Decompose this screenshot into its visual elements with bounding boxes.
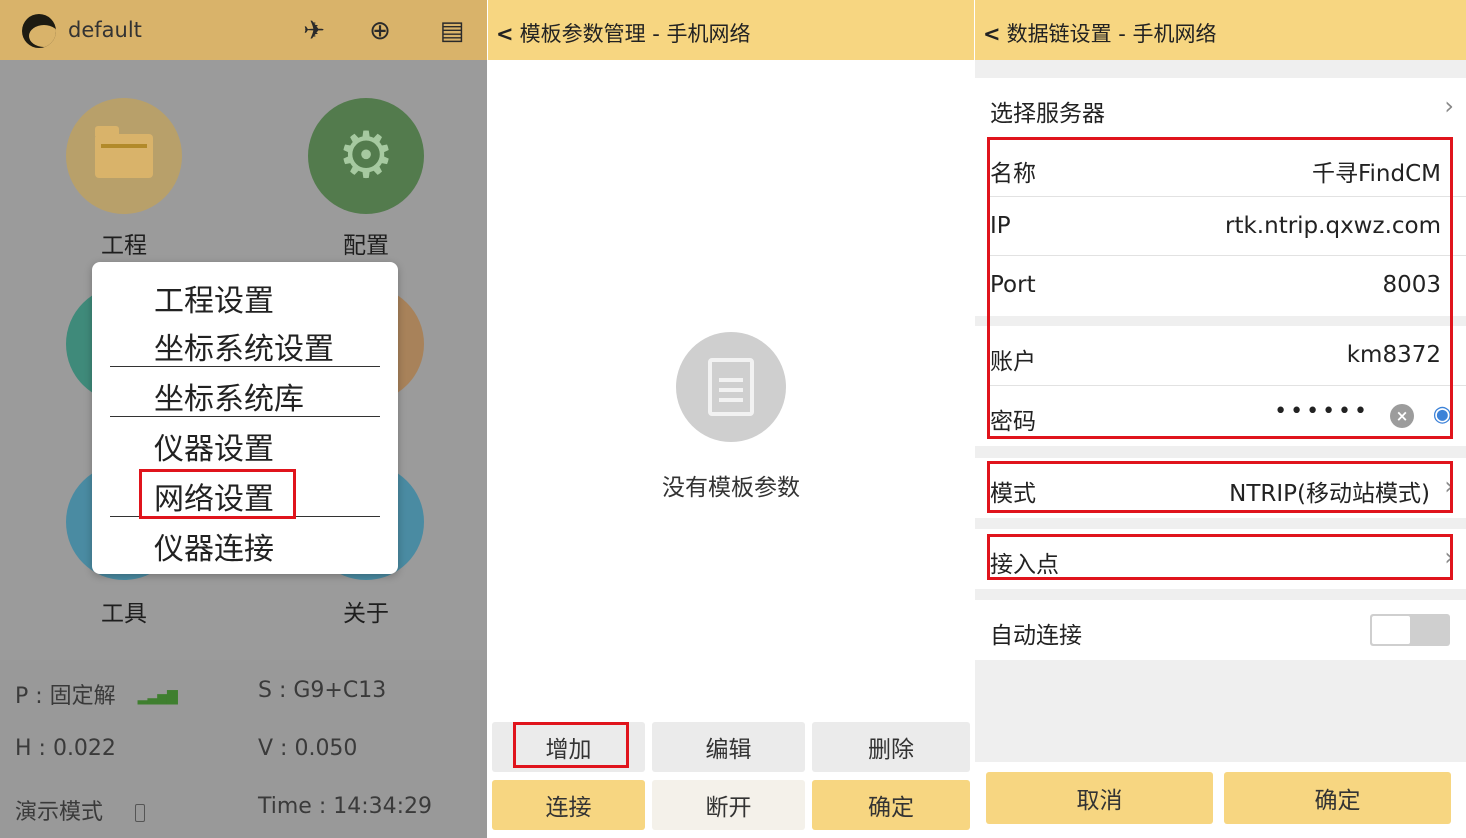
status-time: Time : 14:34:29: [258, 794, 433, 819]
name-row[interactable]: 名称 千寻FindCM: [975, 138, 1466, 198]
app-label-project: 工程: [101, 233, 147, 259]
status-mode: 演示模式: [15, 800, 104, 825]
password-label: 密码: [990, 409, 1036, 435]
password-row[interactable]: 密码 •••••• × ◉: [975, 386, 1466, 446]
confirm-button[interactable]: 确定: [1224, 772, 1451, 824]
menu-divider: [110, 366, 380, 367]
status-h-precision: H : 0.022: [15, 736, 116, 761]
template-header: < 模板参数管理 - 手机网络: [488, 0, 974, 60]
project-app-icon[interactable]: [66, 98, 182, 214]
status-position-line: P : 固定解 ▂▃▅▇: [15, 678, 178, 710]
autoconnect-toggle[interactable]: [1370, 614, 1450, 646]
ip-value[interactable]: rtk.ntrip.qxwz.com: [1225, 213, 1441, 239]
status-mode-line: 演示模式: [15, 794, 146, 826]
chevron-left-icon: <: [496, 22, 514, 46]
status-satellites: S : G9+C13: [258, 678, 387, 703]
menu-item-coordinate-system-settings[interactable]: 坐标系统设置: [154, 324, 334, 368]
status-panel: P : 固定解 ▂▃▅▇ S : G9+C13 H : 0.022 V : 0.0…: [0, 660, 487, 838]
chevron-right-icon: ›: [1444, 472, 1454, 500]
page-title: 数据链设置 - 手机网络: [1006, 22, 1217, 46]
back-button[interactable]: < 数据链设置 - 手机网络: [983, 18, 1217, 48]
select-server-label: 选择服务器: [990, 101, 1105, 127]
template-action-bar: 增加 编辑 删除 连接 断开 确定: [488, 716, 974, 838]
clear-icon[interactable]: ×: [1390, 404, 1414, 428]
menu-item-coordinate-system-library[interactable]: 坐标系统库: [154, 374, 304, 418]
project-name: default: [68, 18, 142, 42]
template-manager-screen: < 模板参数管理 - 手机网络 没有模板参数 增加 编辑 删除 连接 断开 确定: [488, 0, 974, 838]
connect-button[interactable]: 连接: [492, 780, 645, 830]
mountpoint-row[interactable]: 接入点 ›: [975, 529, 1466, 589]
account-row[interactable]: 账户 km8372: [975, 326, 1466, 386]
app-label-about: 关于: [343, 601, 389, 627]
mode-label: 模式: [990, 481, 1036, 507]
settings-window-icon[interactable]: ▤: [434, 13, 470, 49]
edit-button[interactable]: 编辑: [652, 722, 805, 772]
mode-row[interactable]: 模式 NTRIP(移动站模式) ›: [975, 458, 1466, 518]
chevron-right-icon: ›: [1444, 92, 1454, 120]
port-label: Port: [990, 272, 1036, 298]
delete-button[interactable]: 删除: [812, 722, 970, 772]
ip-row[interactable]: IP rtk.ntrip.qxwz.com: [975, 197, 1466, 257]
select-server-row[interactable]: 选择服务器 ›: [975, 78, 1466, 138]
document-icon: [676, 332, 786, 442]
name-label: 名称: [990, 161, 1036, 187]
status-solution: P : 固定解: [15, 684, 116, 709]
status-v-precision: V : 0.050: [258, 736, 358, 761]
ip-label: IP: [990, 213, 1011, 239]
autoconnect-row: 自动连接: [975, 600, 1466, 660]
add-button[interactable]: 增加: [492, 722, 645, 772]
home-screen: default ✈ ⊕ ▤ 工程 ⚙ 配置 工具 关于 工程设置 坐标系统设置 …: [0, 0, 487, 838]
gear-icon: ⚙: [337, 119, 395, 193]
empty-state-text: 没有模板参数: [662, 475, 800, 501]
confirm-button[interactable]: 确定: [812, 780, 970, 830]
disconnect-button[interactable]: 断开: [652, 780, 805, 830]
menu-item-network-settings[interactable]: 网络设置: [154, 474, 274, 518]
crosshair-icon[interactable]: ⊕: [362, 13, 398, 49]
autoconnect-label: 自动连接: [990, 623, 1082, 649]
port-value[interactable]: 8003: [1382, 272, 1441, 298]
datalink-settings-screen: < 数据链设置 - 手机网络 选择服务器 › 名称 千寻FindCM IP rtk…: [975, 0, 1466, 838]
mountpoint-label: 接入点: [990, 552, 1059, 578]
datalink-action-bar: 取消 确定: [975, 762, 1466, 838]
cancel-button[interactable]: 取消: [986, 772, 1213, 824]
config-app-icon[interactable]: ⚙: [308, 98, 424, 214]
password-field[interactable]: ••••••: [1274, 399, 1370, 424]
mode-value: NTRIP(移动站模式): [1229, 481, 1430, 507]
chevron-right-icon: ›: [1444, 543, 1454, 571]
account-value[interactable]: km8372: [1347, 342, 1441, 368]
page-title: 模板参数管理 - 手机网络: [519, 22, 751, 46]
port-row[interactable]: Port 8003: [975, 256, 1466, 316]
menu-item-instrument-connect[interactable]: 仪器连接: [154, 524, 274, 568]
menu-divider: [110, 516, 380, 517]
name-value[interactable]: 千寻FindCM: [1312, 154, 1441, 188]
app-logo-icon: [22, 14, 56, 48]
folder-icon: [95, 126, 153, 178]
menu-item-instrument-settings[interactable]: 仪器设置: [154, 424, 274, 468]
battery-icon: [135, 804, 146, 822]
app-label-config: 配置: [343, 233, 389, 259]
eye-hidden-icon[interactable]: ◉: [1433, 402, 1452, 427]
signal-icon: ▂▃▅▇: [137, 689, 178, 705]
menu-item-project-settings[interactable]: 工程设置: [154, 276, 274, 320]
chevron-left-icon: <: [983, 22, 1001, 46]
back-button[interactable]: < 模板参数管理 - 手机网络: [496, 18, 751, 48]
home-top-bar: default ✈ ⊕ ▤: [0, 0, 487, 60]
satellite-icon[interactable]: ✈: [296, 13, 332, 49]
menu-divider: [110, 416, 380, 417]
datalink-header: < 数据链设置 - 手机网络: [975, 0, 1466, 60]
app-label-tools: 工具: [101, 601, 147, 627]
account-label: 账户: [990, 349, 1036, 375]
config-popup-menu: 工程设置 坐标系统设置 坐标系统库 仪器设置 网络设置 仪器连接: [92, 262, 398, 574]
